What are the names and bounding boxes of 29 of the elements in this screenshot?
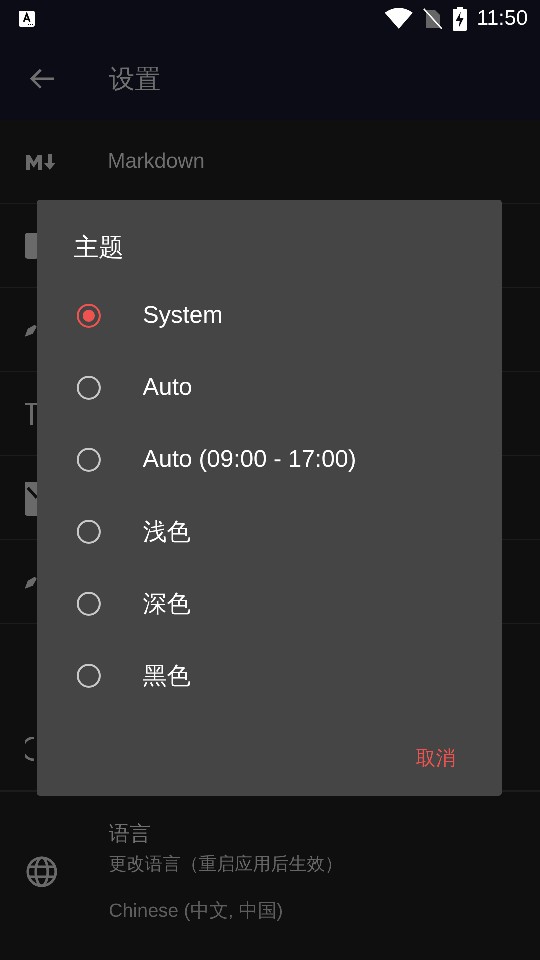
theme-option[interactable]: 深色 [37, 568, 502, 640]
setting-value: Chinese (中文, 中国) [109, 900, 284, 924]
theme-option[interactable]: Auto [37, 352, 502, 424]
no-sim-icon [423, 8, 443, 30]
text-icon [25, 402, 37, 424]
pen-icon [25, 574, 39, 588]
pen-icon [25, 322, 39, 336]
setting-summary: 更改语言（重启应用后生效） [109, 853, 343, 876]
radio-button[interactable] [77, 520, 101, 544]
theme-option[interactable]: 黑色 [37, 640, 502, 712]
setting-label[interactable]: Markdown [108, 150, 205, 174]
wifi-icon [385, 8, 413, 30]
dialog-title: 主题 [74, 232, 125, 264]
page-title: 设置 [109, 64, 161, 96]
theme-option[interactable]: 浅色 [37, 496, 502, 568]
markdown-icon [25, 152, 59, 172]
theme-option[interactable]: Auto (09:00 - 17:00) [37, 424, 502, 496]
radio-button[interactable] [77, 664, 101, 688]
back-arrow-icon[interactable] [29, 68, 55, 90]
radio-button[interactable] [77, 592, 101, 616]
status-time: 11:50 [477, 7, 528, 31]
setting-title[interactable]: 语言 [109, 820, 343, 848]
battery-charging-icon [453, 7, 467, 31]
radio-button[interactable] [77, 304, 101, 328]
theme-option[interactable]: System [37, 280, 502, 352]
globe-icon [26, 856, 58, 888]
notification-icon [19, 11, 35, 27]
radio-button[interactable] [77, 448, 101, 472]
radio-button[interactable] [77, 376, 101, 400]
